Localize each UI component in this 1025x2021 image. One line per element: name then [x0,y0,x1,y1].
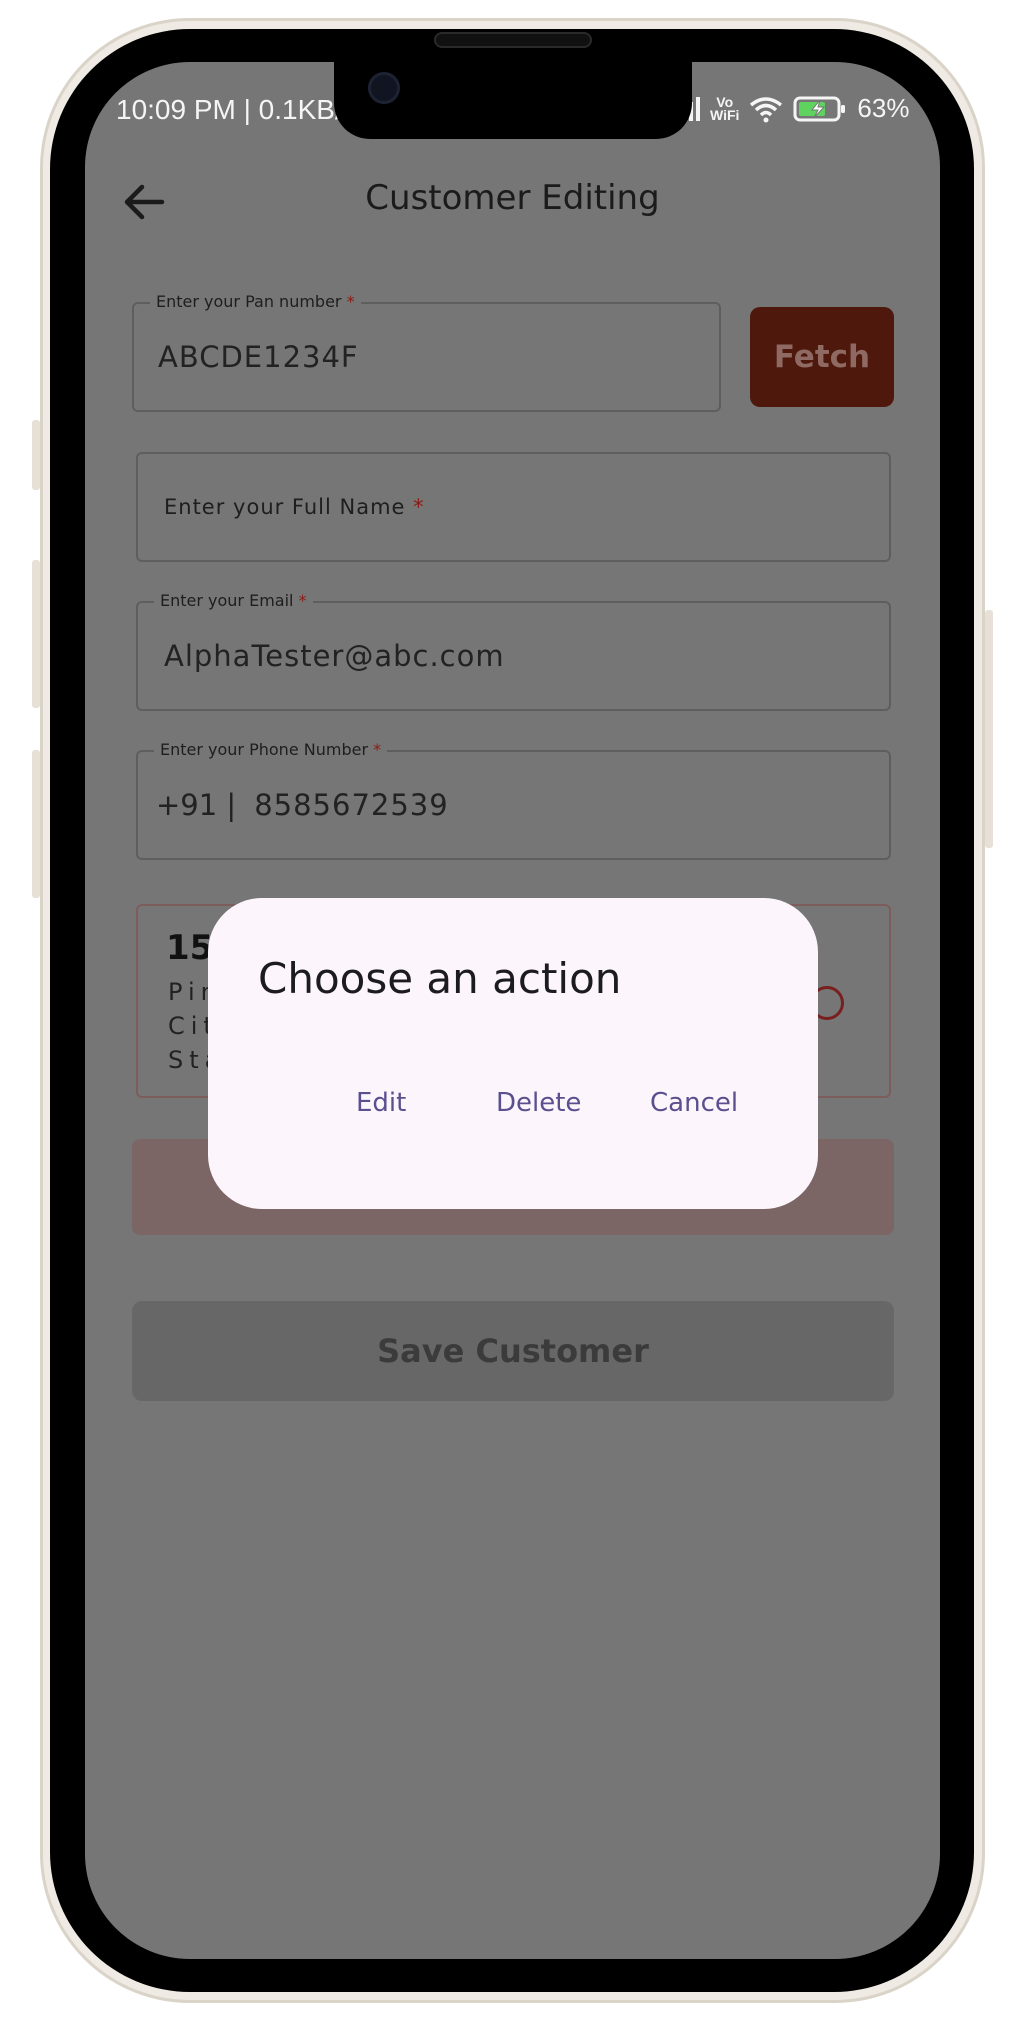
address-number: 15 [166,928,214,968]
pan-number-field[interactable]: Enter your Pan number * ABCDE1234F [132,292,721,412]
status-icons: Vo WiFi 63% [675,93,909,124]
edit-button[interactable]: Edit [356,1088,406,1118]
cancel-button[interactable]: Cancel [650,1088,738,1118]
speaker [434,32,592,48]
battery-charging-icon [793,96,846,121]
action-dialog: Choose an action Edit Delete Cancel [208,898,818,1209]
battery-percent: 63% [857,93,910,123]
status-time: 10:09 PM | 0.1KB/ [116,94,343,125]
back-arrow-icon[interactable] [122,180,166,224]
vowifi-bottom: WiFi [710,106,740,123]
vowifi-icon: Vo WiFi [710,95,740,123]
side-button [32,750,40,898]
save-customer-button[interactable]: Save Customer [132,1301,894,1401]
dialog-title: Choose an action [258,954,622,1003]
page-title: Customer Editing [365,178,660,218]
side-button [32,560,40,708]
full-name-placeholder-text: Enter your Full Name [164,495,406,519]
phone-country-code: +91 | [156,788,237,822]
front-camera [368,72,400,104]
phone-number-value: 8585672539 [254,788,449,822]
full-name-field[interactable]: Enter your Full Name * [136,452,891,562]
phone-value-row: +91 | 8585672539 [156,752,449,858]
required-mark: * [413,495,425,519]
side-button [32,420,40,490]
side-button [985,610,993,848]
email-value: AlphaTester@abc.com [164,639,505,673]
full-name-placeholder: Enter your Full Name * [164,454,425,560]
pan-number-value: ABCDE1234F [158,340,359,374]
fetch-button[interactable]: Fetch [750,307,894,407]
phone-number-field[interactable]: Enter your Phone Number * +91 | 85856725… [136,740,891,860]
wifi-icon [750,96,783,122]
email-field[interactable]: Enter your Email * AlphaTester@abc.com [136,591,891,711]
delete-button[interactable]: Delete [496,1088,581,1118]
